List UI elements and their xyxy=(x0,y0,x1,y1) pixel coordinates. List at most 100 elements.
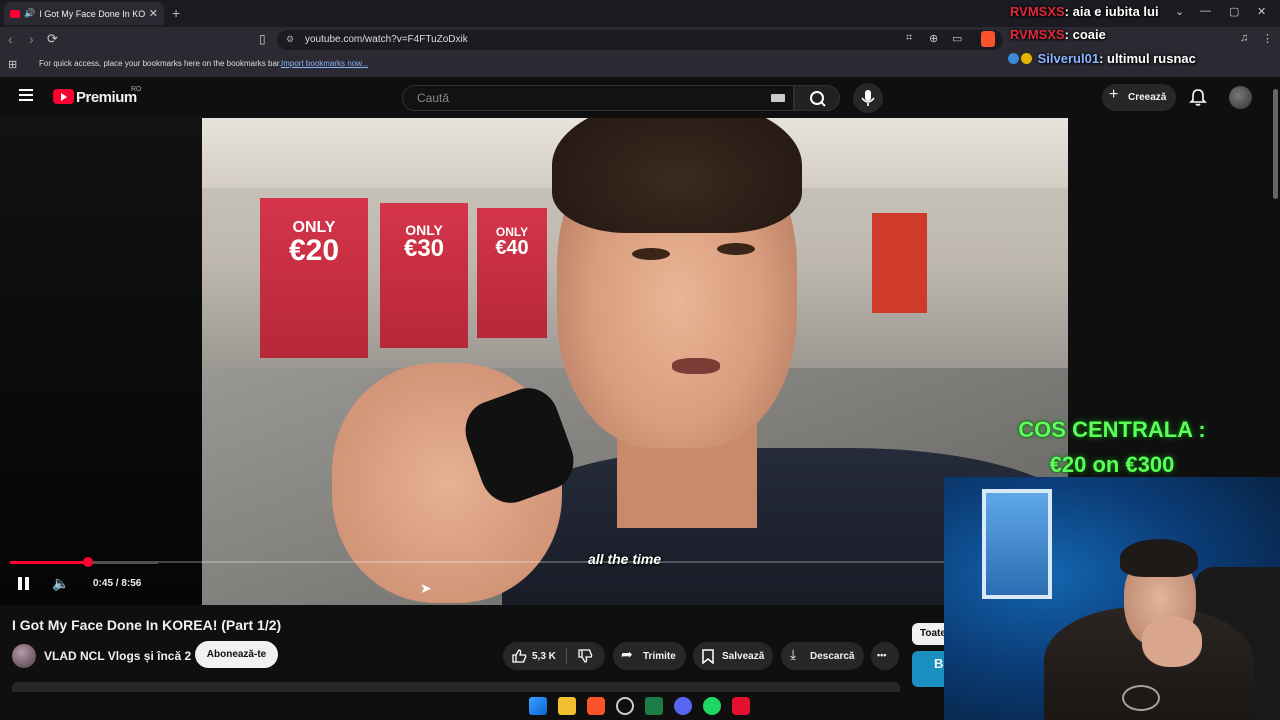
mic-icon xyxy=(861,90,875,106)
menu-dots-icon[interactable]: ⋮ xyxy=(1262,32,1273,45)
recommended-thumbnail[interactable]: B xyxy=(912,651,946,687)
progress-bar[interactable] xyxy=(10,557,158,567)
chat-username: RVMSXS xyxy=(1010,27,1065,42)
file-explorer-icon[interactable] xyxy=(558,697,576,715)
channel-avatar[interactable] xyxy=(12,644,36,668)
apps-grid-icon[interactable]: ⊞ xyxy=(8,58,17,71)
person-eye xyxy=(717,243,755,255)
streamer-hand xyxy=(1142,617,1202,667)
stream-overlay-text: COS CENTRALA : €20 on €300 xyxy=(1012,412,1212,482)
browser-tab[interactable]: 🔊 I Got My Face Done In KOREA! ✕ xyxy=(4,2,164,25)
like-dislike-group: 5,3 K xyxy=(503,642,605,670)
sub-badge-icon xyxy=(1021,53,1032,64)
description-box[interactable] xyxy=(12,682,900,692)
chat-message: RVMSXS: aia e iubita lui xyxy=(1010,4,1159,19)
volume-icon[interactable]: 🔈 xyxy=(52,575,69,592)
plus-icon: + xyxy=(1109,86,1119,103)
reload-icon[interactable]: ⟳ xyxy=(47,31,58,47)
app-icon[interactable] xyxy=(616,697,634,715)
background-sign xyxy=(872,213,927,313)
translate-icon[interactable]: ⌗ xyxy=(906,32,912,45)
bookmark-icon[interactable]: ▯ xyxy=(259,32,266,46)
brave-shield-icon[interactable] xyxy=(981,31,995,47)
url-input[interactable]: ⚙ youtube.com/watch?v=F4FTuZoDxik xyxy=(277,30,1003,50)
time-display: 0:45 / 8:56 xyxy=(93,578,142,589)
start-icon[interactable] xyxy=(529,697,547,715)
video-title: I Got My Face Done In KOREA! (Part 1/2) xyxy=(12,617,282,633)
maximize-icon[interactable]: ▢ xyxy=(1229,5,1239,18)
progress-bar-remaining[interactable] xyxy=(158,561,944,563)
import-bookmarks-link[interactable]: Import bookmarks now... xyxy=(281,59,368,68)
url-text: youtube.com/watch?v=F4FTuZoDxik xyxy=(305,34,468,45)
share-icon: ➦ xyxy=(621,646,633,662)
search-button[interactable] xyxy=(794,85,840,111)
search-input[interactable]: Caută xyxy=(402,85,794,111)
keyboard-icon[interactable] xyxy=(771,94,785,102)
region-code: RO xyxy=(131,86,142,93)
chat-message: RVMSXS: coaie xyxy=(1010,27,1106,42)
tab-title: I Got My Face Done In KOREA! xyxy=(39,8,145,19)
player-letterbox xyxy=(0,118,202,605)
overlay-line-1: COS CENTRALA : xyxy=(1018,417,1206,442)
more-actions-button[interactable]: ••• xyxy=(871,642,899,670)
channel-name[interactable]: VLAD NCL Vlogs și încă 2 xyxy=(44,649,191,663)
ad-poster: ONLY €40 xyxy=(477,208,547,338)
share-button[interactable]: ➦ Trimite xyxy=(613,642,686,670)
chat-text: : aia e iubita lui xyxy=(1064,4,1159,19)
dislike-icon[interactable] xyxy=(577,648,593,664)
minimize-icon[interactable]: — xyxy=(1200,5,1211,17)
bell-icon[interactable] xyxy=(1188,87,1208,107)
like-separator xyxy=(566,648,567,664)
zoom-icon[interactable]: ⊕ xyxy=(929,32,938,45)
excel-icon[interactable] xyxy=(645,697,663,715)
back-icon[interactable]: ‹ xyxy=(8,31,13,47)
badge-icon xyxy=(1008,53,1019,64)
windows-taskbar xyxy=(520,692,760,720)
more-icon: ••• xyxy=(877,650,887,660)
youtube-app-icon[interactable] xyxy=(732,697,750,715)
youtube-premium-logo[interactable]: Premium xyxy=(76,89,137,106)
youtube-logo-icon[interactable] xyxy=(53,89,74,104)
person-eye xyxy=(632,248,670,260)
cast-icon[interactable]: ▭ xyxy=(952,32,962,45)
forward-icon[interactable]: › xyxy=(29,31,34,47)
download-icon: ⤓ xyxy=(790,646,797,662)
speaker-icon[interactable]: 🔊 xyxy=(24,8,35,19)
youtube-header: Premium RO Caută + Creează xyxy=(0,77,1280,118)
new-tab-button[interactable]: + xyxy=(172,5,180,21)
close-tab-icon[interactable]: ✕ xyxy=(149,7,158,20)
filter-chip-all[interactable]: Toate xyxy=(912,623,946,645)
account-avatar[interactable] xyxy=(1229,86,1252,109)
youtube-favicon-icon xyxy=(10,9,20,18)
close-window-icon[interactable]: ✕ xyxy=(1257,5,1266,18)
media-icon[interactable]: ♫ xyxy=(1240,32,1248,44)
voice-search-button[interactable] xyxy=(853,83,883,113)
chat-message: Silverul01: ultimul rusnac xyxy=(1008,51,1196,66)
progress-scrubber[interactable] xyxy=(83,557,93,567)
video-player[interactable]: ONLY €20 ONLY €30 ONLY €40 all the time … xyxy=(0,118,1068,605)
ad-poster: ONLY €30 xyxy=(380,203,468,348)
ad-poster: ONLY €20 xyxy=(260,198,368,358)
video-frame[interactable]: ONLY €20 ONLY €30 ONLY €40 xyxy=(202,118,1068,605)
spotify-icon[interactable] xyxy=(703,697,721,715)
site-info-icon[interactable]: ⚙ xyxy=(286,34,294,45)
like-icon[interactable] xyxy=(511,648,527,664)
bookmarks-hint: For quick access, place your bookmarks h… xyxy=(39,59,282,68)
create-button[interactable]: + Creează xyxy=(1102,84,1176,111)
scrollbar-thumb[interactable] xyxy=(1273,89,1278,199)
like-count[interactable]: 5,3 K xyxy=(532,651,556,662)
webcam-window xyxy=(982,489,1052,599)
chat-username: RVMSXS xyxy=(1010,4,1065,19)
search-icon xyxy=(810,91,826,107)
tab-search-icon[interactable]: ⌄ xyxy=(1175,5,1184,18)
search-placeholder: Caută xyxy=(417,91,450,105)
download-button[interactable]: ⤓ Descarcă xyxy=(781,642,864,670)
chat-text: : coaie xyxy=(1064,27,1106,42)
brave-icon[interactable] xyxy=(587,697,605,715)
subscribe-button[interactable]: Abonează-te xyxy=(195,641,278,668)
page-scrollbar[interactable] xyxy=(1270,77,1280,477)
discord-icon[interactable] xyxy=(674,697,692,715)
menu-icon[interactable] xyxy=(19,89,33,101)
save-button[interactable]: Salvează xyxy=(693,642,773,670)
pause-button[interactable] xyxy=(18,577,29,590)
